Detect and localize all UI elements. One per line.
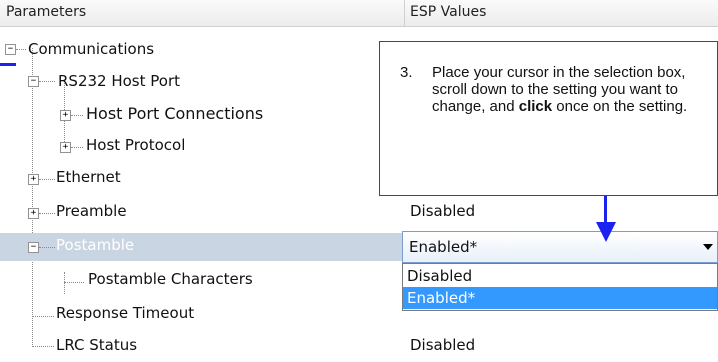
tree-connector: [64, 282, 84, 283]
tree-label: Response Timeout: [56, 304, 195, 322]
tree-connector: [32, 316, 54, 317]
tree-label: Postamble: [56, 236, 135, 254]
dropdown-option-disabled[interactable]: Disabled: [403, 265, 717, 287]
step-number: 3.: [400, 64, 413, 81]
tree-connector: [16, 49, 26, 50]
esp-values-column-header[interactable]: ESP Values: [410, 4, 486, 20]
parameters-column-header[interactable]: Parameters: [6, 4, 86, 20]
expand-plus-icon[interactable]: +: [60, 142, 71, 153]
instruction-text-bold: click: [518, 98, 553, 115]
collapse-minus-icon[interactable]: −: [5, 44, 16, 55]
annotation-pointer-line: [0, 63, 16, 66]
dropdown-option-enabled[interactable]: Enabled*: [403, 287, 717, 309]
tree-connector: [39, 213, 55, 214]
tree-connector: [71, 115, 83, 116]
tree-connector: [32, 346, 54, 347]
tree-connector: [39, 247, 55, 248]
tree-label: LRC Status: [56, 336, 138, 354]
instruction-text-part2: once on the setting.: [552, 98, 688, 115]
tree-label: Ethernet: [56, 168, 121, 186]
tree-label: Preamble: [56, 202, 127, 220]
combo-selected-value: Enabled*: [409, 238, 478, 256]
collapse-minus-icon[interactable]: −: [28, 242, 39, 253]
instruction-text: Place your cursor in the selection box, …: [432, 64, 702, 115]
column-divider[interactable]: [404, 0, 405, 26]
tree-label: Communications: [28, 40, 155, 58]
postamble-combo-box[interactable]: Enabled*: [402, 231, 718, 263]
tree-connector: [39, 81, 55, 82]
instruction-callout: 3. Place your cursor in the selection bo…: [379, 41, 718, 196]
arrow-down-icon: [596, 222, 616, 242]
expand-plus-icon[interactable]: +: [28, 208, 39, 219]
preamble-value[interactable]: Disabled: [410, 202, 475, 220]
lrc-status-value[interactable]: Disabled: [410, 336, 475, 354]
expand-plus-icon[interactable]: +: [28, 174, 39, 185]
postamble-dropdown-list: Disabled Enabled*: [402, 263, 718, 311]
tree-connector: [39, 179, 55, 180]
tree-label: Host Protocol: [86, 136, 186, 154]
tree-label: Postamble Characters: [88, 270, 253, 288]
tree-row-lrc-status[interactable]: LRC Status Disabled: [0, 330, 718, 362]
collapse-minus-icon[interactable]: −: [28, 76, 39, 87]
chevron-down-icon[interactable]: [703, 244, 713, 250]
column-header: Parameters ESP Values: [0, 0, 718, 27]
tree-label: RS232 Host Port: [58, 72, 180, 90]
expand-plus-icon[interactable]: +: [60, 110, 71, 121]
tree-label: Host Port Connections: [86, 104, 264, 123]
tree-connector: [71, 147, 83, 148]
